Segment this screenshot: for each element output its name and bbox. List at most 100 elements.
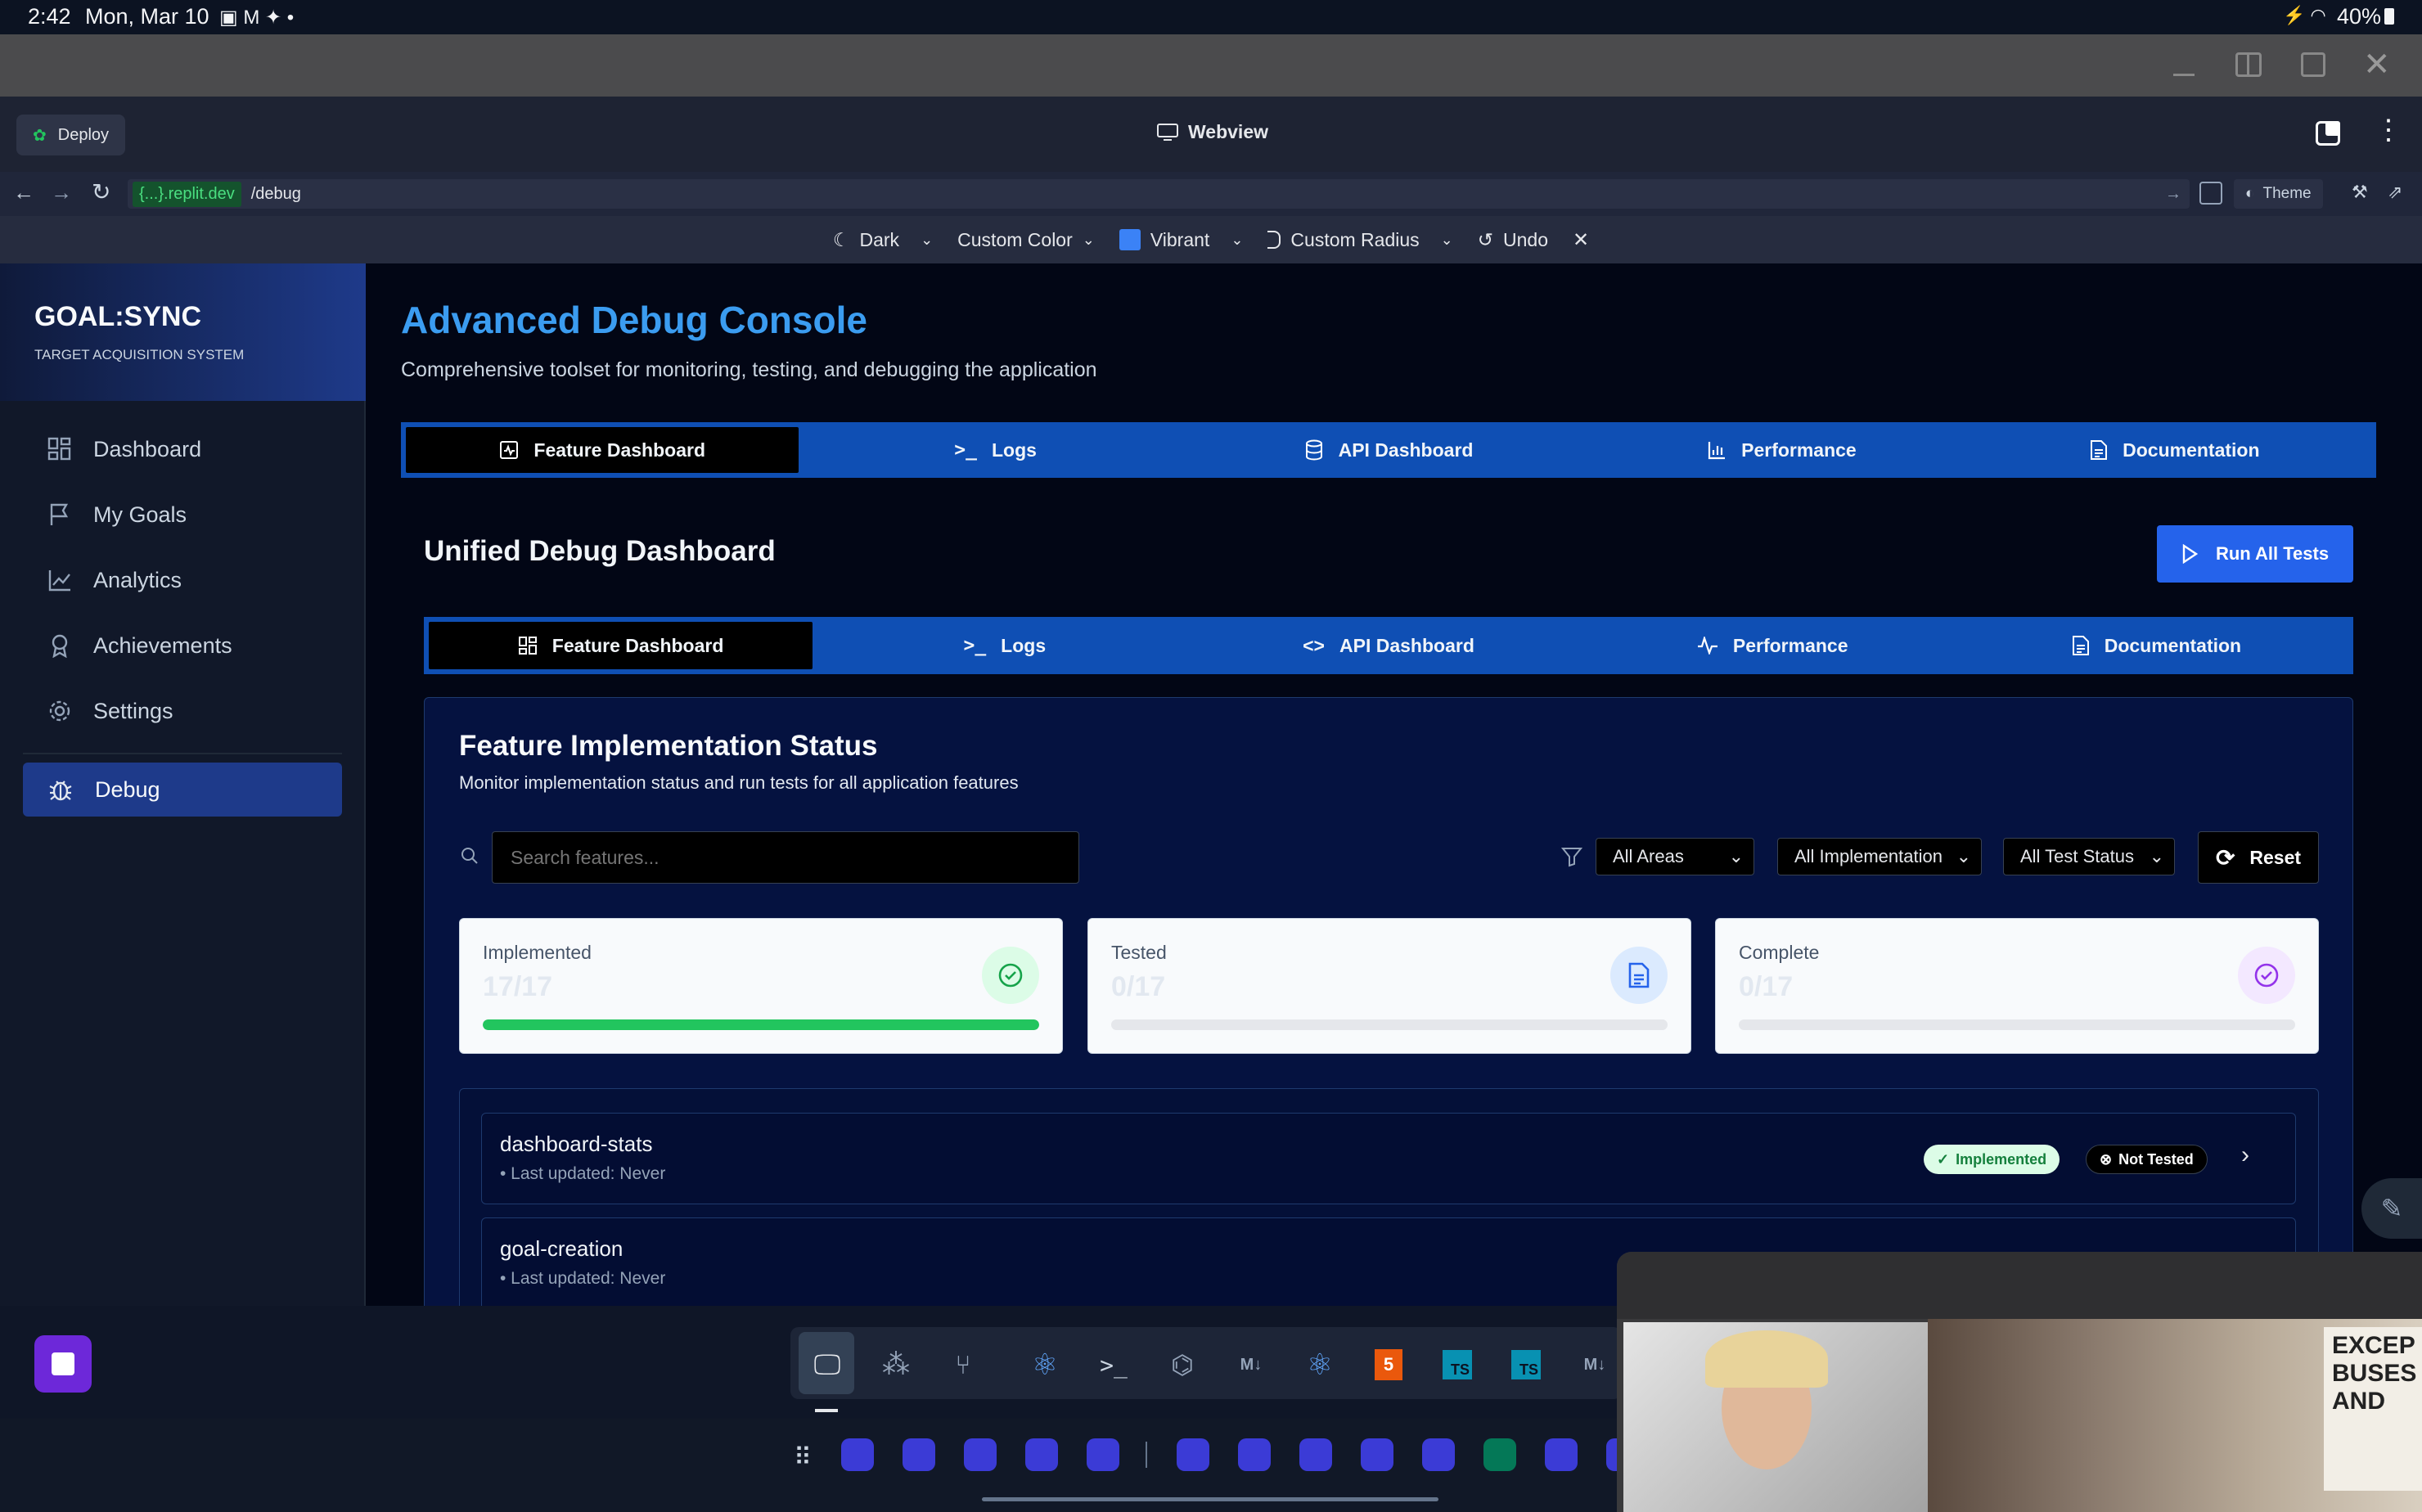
- sidebar-item-settings[interactable]: Settings: [23, 684, 342, 738]
- notes-app-icon[interactable]: [841, 1438, 874, 1471]
- taskbar-divider: [1146, 1442, 1147, 1468]
- google-app-icon[interactable]: [1238, 1438, 1271, 1471]
- go-arrow-icon[interactable]: →: [2165, 185, 2181, 204]
- network-icon[interactable]: ⌬: [1164, 1346, 1201, 1384]
- markdown-icon[interactable]: M↓: [1576, 1346, 1614, 1384]
- inner-tab-feature-dashboard[interactable]: Feature Dashboard: [429, 622, 813, 669]
- x-app-icon[interactable]: [1361, 1438, 1393, 1471]
- inner-tab-performance[interactable]: Performance: [1581, 622, 1965, 669]
- test-status-filter-select[interactable]: All Test Status ⌄: [2003, 838, 2175, 875]
- tab-performance[interactable]: Performance: [1585, 427, 1978, 473]
- react-icon[interactable]: ⚛: [1026, 1346, 1064, 1384]
- play-store-app-icon[interactable]: [1422, 1438, 1455, 1471]
- activity-icon: [1697, 637, 1717, 655]
- reload-icon[interactable]: ↻: [92, 178, 110, 205]
- edit-pencil-icon[interactable]: ✎: [2361, 1178, 2422, 1239]
- sidebar-item-dashboard[interactable]: Dashboard: [23, 422, 342, 476]
- search-input[interactable]: [492, 831, 1079, 884]
- inner-tab-api-dashboard[interactable]: <> API Dashboard: [1196, 622, 1580, 669]
- sidebar-item-debug[interactable]: Debug: [23, 763, 342, 817]
- authenticator-app-icon[interactable]: [1483, 1438, 1516, 1471]
- sidebar-item-achievements[interactable]: Achievements: [23, 619, 342, 673]
- grid-apps-icon[interactable]: ⁂: [877, 1346, 915, 1384]
- clock: 2:42: [28, 4, 71, 29]
- react-icon[interactable]: ⚛: [1301, 1346, 1339, 1384]
- progress-fill: [483, 1019, 1039, 1030]
- typescript-icon[interactable]: TS: [1438, 1346, 1476, 1384]
- pip-video-window[interactable]: EXCEP BUSES AND: [1617, 1252, 2422, 1512]
- sidebar-item-my-goals[interactable]: My Goals: [23, 488, 342, 542]
- deploy-label: Deploy: [57, 125, 110, 144]
- markdown-icon[interactable]: M↓: [1232, 1346, 1270, 1384]
- stop-button[interactable]: [34, 1335, 92, 1393]
- address-field[interactable]: {...}.replit.dev /debug →: [128, 179, 2190, 209]
- html5-icon[interactable]: 5: [1370, 1346, 1407, 1384]
- gesture-handle[interactable]: [982, 1497, 1438, 1501]
- minimize-icon[interactable]: [2173, 74, 2195, 76]
- custom-radius-select[interactable]: Custom Radius ⌄: [1267, 228, 1453, 251]
- implementation-filter-select[interactable]: All Implementation ⌄: [1777, 838, 1982, 875]
- tab-label: API Dashboard: [1338, 439, 1474, 461]
- sidebar-item-label: My Goals: [93, 502, 187, 527]
- dark-mode-select[interactable]: ☾ Dark ⌄: [833, 229, 933, 251]
- document-icon: [2091, 440, 2108, 460]
- not-tested-badge: ⊗ Not Tested: [2086, 1145, 2208, 1174]
- app-drawer-icon[interactable]: ⠿: [794, 1443, 812, 1472]
- close-toolbar-icon[interactable]: ✕: [1573, 228, 1589, 252]
- undo-button[interactable]: ↺ Undo: [1478, 229, 1548, 251]
- notification-icons: ▣ M ✦ •: [219, 7, 295, 29]
- theme-button[interactable]: ◐ Theme: [2234, 179, 2323, 209]
- files-app-icon[interactable]: [903, 1438, 935, 1471]
- messages-app-icon[interactable]: [1025, 1438, 1058, 1471]
- chevron-down-icon: ⌄: [1231, 231, 1244, 248]
- section-title: Unified Debug Dashboard: [424, 535, 776, 567]
- shell-icon[interactable]: >_: [1095, 1346, 1132, 1384]
- split-view-icon[interactable]: [2235, 52, 2262, 77]
- run-all-tests-button[interactable]: Run All Tests: [2157, 525, 2353, 583]
- youtube-app-icon[interactable]: [1177, 1438, 1209, 1471]
- calendar-app-icon[interactable]: [964, 1438, 997, 1471]
- custom-color-select[interactable]: Custom Color ⌄: [957, 229, 1095, 251]
- forward-icon[interactable]: →: [51, 180, 72, 205]
- more-menu-icon[interactable]: ⋮: [2375, 116, 2402, 144]
- active-indicator: [815, 1409, 838, 1412]
- tabs-icon[interactable]: [2316, 121, 2340, 146]
- close-window-icon[interactable]: ✕: [2363, 46, 2391, 83]
- feature-row[interactable]: dashboard-stats • Last updated: Never ✓ I…: [481, 1113, 2296, 1204]
- wrench-icon[interactable]: ⚒: [2352, 182, 2368, 203]
- brand-subtitle: TARGET ACQUISITION SYSTEM: [34, 347, 245, 362]
- tab-api-dashboard[interactable]: API Dashboard: [1192, 427, 1585, 473]
- inner-tab-logs[interactable]: >_ Logs: [813, 622, 1196, 669]
- typescript-icon[interactable]: TS: [1507, 1346, 1545, 1384]
- inner-tab-documentation[interactable]: Documentation: [1965, 622, 2348, 669]
- brand-title: GOAL:SYNC: [34, 301, 201, 332]
- replit-app-icon[interactable]: [1545, 1438, 1578, 1471]
- reset-button[interactable]: ⟳ Reset: [2198, 831, 2319, 884]
- feature-updated: • Last updated: Never: [500, 1269, 666, 1288]
- custom-radius-label: Custom Radius: [1290, 228, 1420, 250]
- popup-view-icon[interactable]: [2301, 52, 2325, 77]
- implemented-badge: ✓ Implemented: [1924, 1145, 2060, 1174]
- webview-title: Webview: [1157, 121, 1268, 143]
- desktop-icon[interactable]: 🖵: [808, 1346, 846, 1384]
- chrome-app-icon[interactable]: [1299, 1438, 1332, 1471]
- camera-app-icon[interactable]: [1087, 1438, 1119, 1471]
- document-icon: [2072, 636, 2089, 655]
- theme-toolbar: ☾ Dark ⌄ Custom Color ⌄ Vibrant ⌄ Custom Rad…: [0, 216, 2422, 263]
- vibrant-select[interactable]: Vibrant ⌄: [1119, 229, 1244, 251]
- feature-name: goal-creation: [500, 1236, 624, 1261]
- external-link-icon[interactable]: ⇗: [2388, 182, 2402, 203]
- deploy-button[interactable]: ✿ Deploy: [16, 115, 126, 155]
- tab-logs[interactable]: >_ Logs: [799, 427, 1191, 473]
- git-branch-icon[interactable]: ⑂: [944, 1346, 982, 1384]
- sidebar-item-analytics[interactable]: Analytics: [23, 553, 342, 607]
- areas-filter-select[interactable]: All Areas ⌄: [1596, 838, 1754, 875]
- tab-feature-dashboard[interactable]: Feature Dashboard: [406, 427, 799, 473]
- device-icon[interactable]: [2199, 182, 2222, 205]
- back-icon[interactable]: ←: [13, 180, 34, 205]
- wifi-icon: ⚡ ◠: [2283, 5, 2326, 25]
- vibrant-swatch-icon: [1119, 229, 1141, 250]
- terminal-icon: >_: [963, 635, 987, 656]
- chevron-right-icon[interactable]: ›: [2241, 1141, 2249, 1169]
- tab-documentation[interactable]: Documentation: [1979, 427, 2371, 473]
